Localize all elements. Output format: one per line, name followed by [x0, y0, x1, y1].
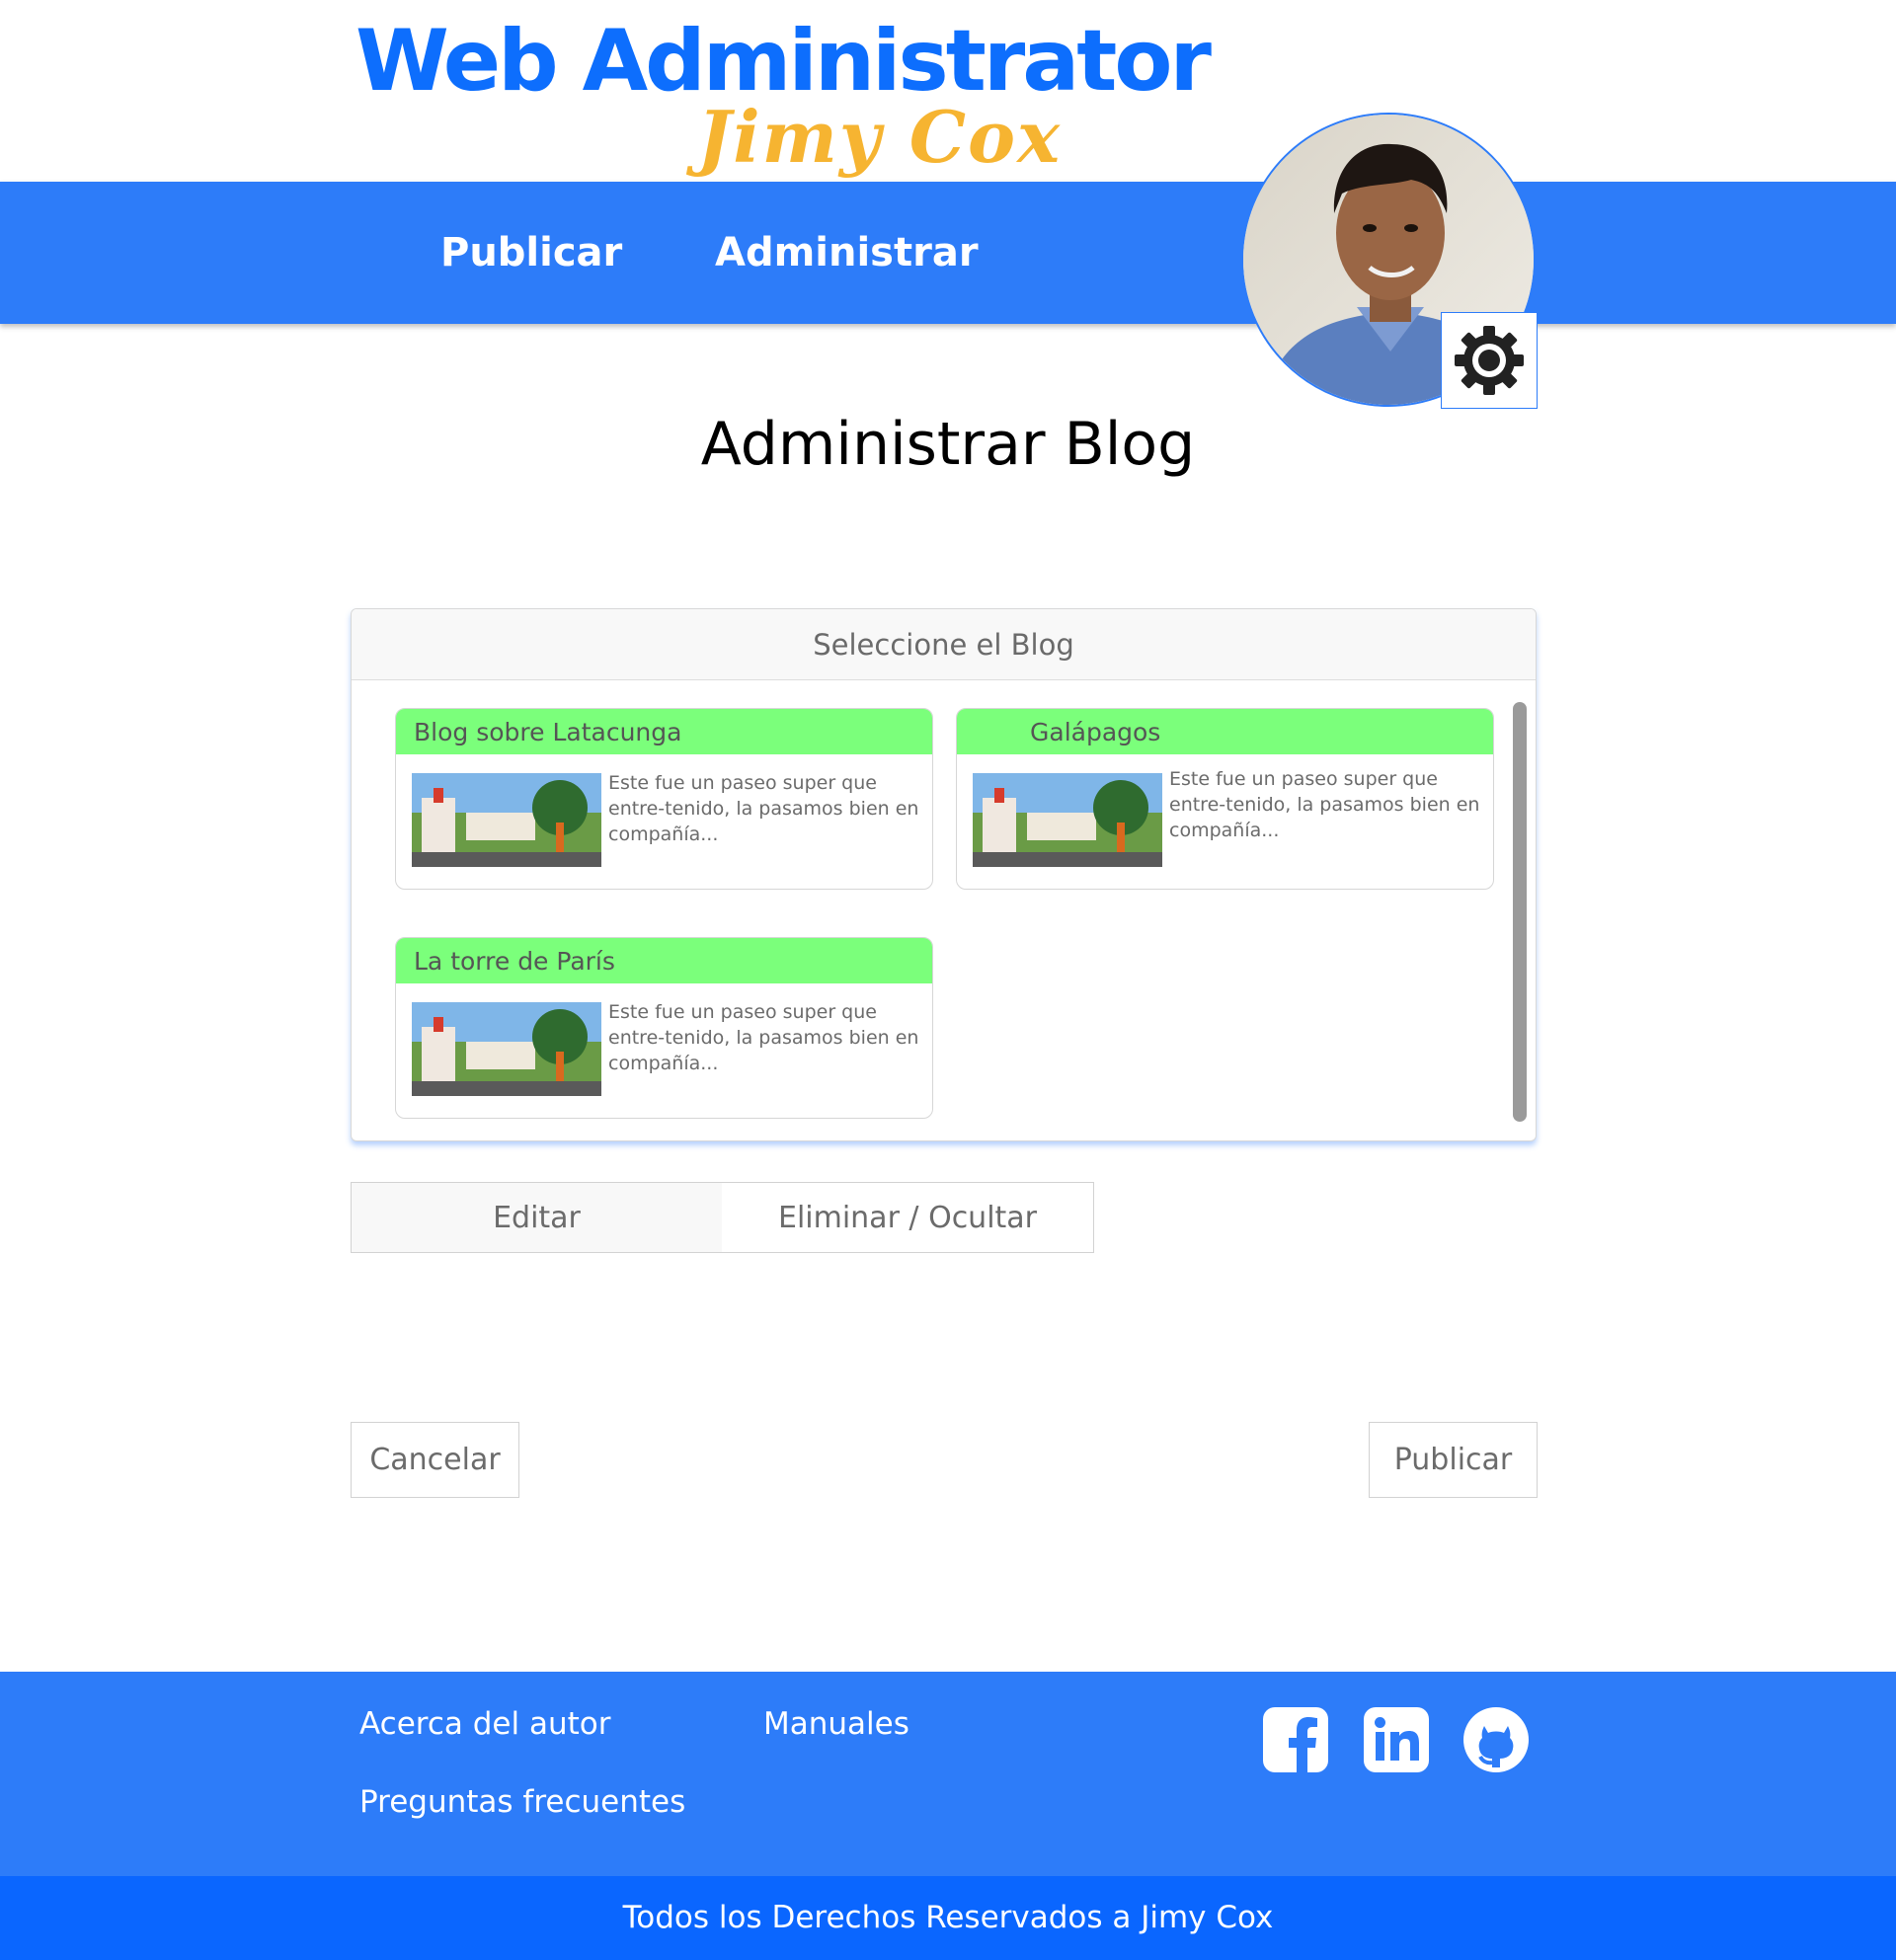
- blog-card-excerpt: Este fue un paseo super que entre-tenido…: [1169, 768, 1480, 841]
- cancel-button[interactable]: Cancelar: [351, 1422, 519, 1498]
- settings-button[interactable]: [1441, 312, 1538, 409]
- tab-edit[interactable]: Editar: [352, 1183, 722, 1252]
- page-title: Administrar Blog: [700, 410, 1196, 479]
- publish-button[interactable]: Publicar: [1369, 1422, 1538, 1498]
- panel-header: Seleccione el Blog: [352, 609, 1536, 680]
- blog-card[interactable]: Galápagos Este fue un paseo super que en…: [956, 708, 1494, 890]
- linkedin-icon[interactable]: [1363, 1706, 1430, 1773]
- blog-thumbnail: [412, 1002, 601, 1096]
- gear-icon: [1455, 326, 1524, 395]
- site-logo[interactable]: Web Administrator Jimy Cox: [356, 12, 1212, 180]
- blog-selector-panel: Seleccione el Blog Blog sobre Latacunga …: [351, 608, 1537, 1141]
- nav-administrar[interactable]: Administrar: [715, 182, 979, 324]
- blog-card-title: Blog sobre Latacunga: [396, 709, 932, 754]
- footer-link-manuals[interactable]: Manuales: [763, 1706, 909, 1742]
- blog-card-excerpt: Este fue un paseo super que entre-tenido…: [608, 772, 919, 845]
- footer-link-faq[interactable]: Preguntas frecuentes: [359, 1784, 685, 1820]
- action-tabs: Editar Eliminar / Ocultar: [351, 1182, 1094, 1253]
- footer: Acerca del autor Manuales Preguntas frec…: [0, 1672, 1896, 1876]
- blog-card-excerpt: Este fue un paseo super que entre-tenido…: [608, 1001, 919, 1074]
- copyright-bar: Todos los Derechos Reservados a Jimy Cox: [0, 1876, 1896, 1960]
- blog-card[interactable]: Blog sobre Latacunga Este fue un paseo s…: [395, 708, 933, 890]
- facebook-icon[interactable]: [1262, 1706, 1329, 1773]
- blog-card-title: La torre de París: [396, 938, 932, 983]
- nav-publicar[interactable]: Publicar: [440, 182, 622, 324]
- blog-card-title: Galápagos: [957, 709, 1493, 754]
- tab-delete-hide[interactable]: Eliminar / Ocultar: [722, 1183, 1093, 1252]
- blog-thumbnail: [973, 773, 1162, 867]
- blog-card[interactable]: La torre de París Este fue un paseo supe…: [395, 937, 933, 1119]
- github-icon[interactable]: [1462, 1706, 1530, 1773]
- logo-sub-text: Jimy Cox: [697, 95, 1062, 179]
- main-navbar: Publicar Administrar: [0, 182, 1896, 324]
- panel-scrollbar[interactable]: [1513, 702, 1527, 1122]
- footer-link-about[interactable]: Acerca del autor: [359, 1706, 610, 1742]
- blog-thumbnail: [412, 773, 601, 867]
